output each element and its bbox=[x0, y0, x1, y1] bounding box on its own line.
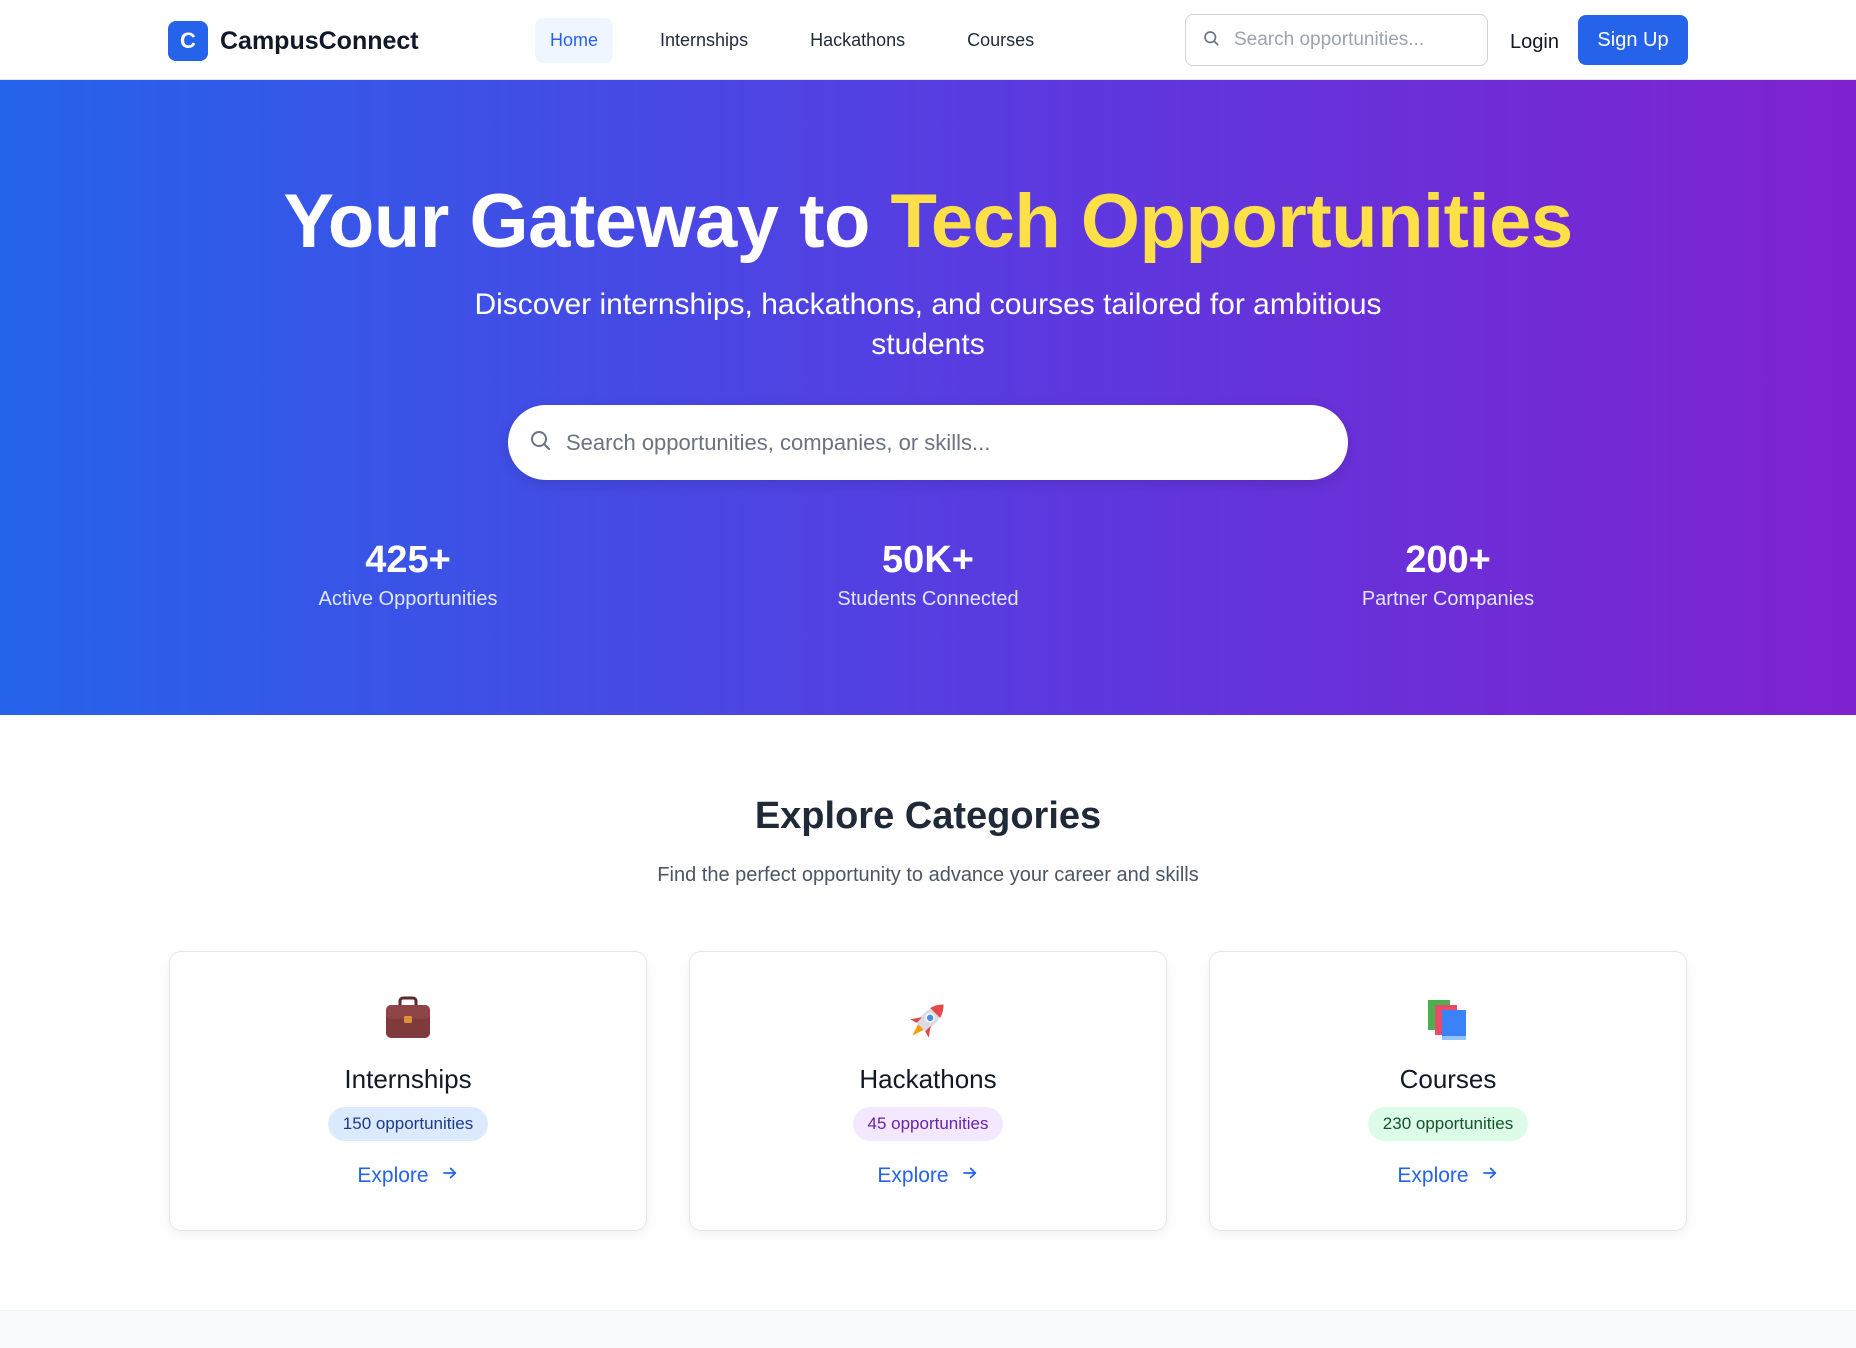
opportunity-count-badge: 230 opportunities bbox=[1367, 1107, 1529, 1141]
books-icon bbox=[1210, 996, 1686, 1042]
stat-label: Active Opportunities bbox=[318, 588, 498, 610]
hero-search-input[interactable] bbox=[566, 429, 1326, 456]
categories-subtitle: Find the perfect opportunity to advance … bbox=[657, 864, 1199, 886]
stat-students-connected: 50K+ Students Connected bbox=[768, 538, 1088, 614]
card-title: Hackathons bbox=[859, 1064, 997, 1094]
rocket-icon bbox=[690, 996, 1166, 1044]
nav-link-hackathons[interactable]: Hackathons bbox=[795, 18, 920, 63]
nav-search-box[interactable] bbox=[1185, 14, 1488, 66]
category-card-internships[interactable]: Internships 150 opportunities Explore bbox=[169, 951, 647, 1231]
opportunity-count-badge: 45 opportunities bbox=[852, 1107, 1004, 1141]
badge-wrap: 150 opportunities bbox=[170, 1107, 646, 1141]
stat-label: Students Connected bbox=[837, 588, 1019, 610]
stat-value: 425+ bbox=[365, 539, 451, 581]
navbar: C CampusConnect Home Internships Hackath… bbox=[0, 0, 1856, 80]
stat-value: 50K+ bbox=[882, 539, 974, 581]
hero-section: Your Gateway to Tech Opportunities Disco… bbox=[0, 80, 1856, 715]
opportunity-count-badge: 150 opportunities bbox=[327, 1107, 489, 1141]
badge-wrap: 45 opportunities bbox=[690, 1107, 1166, 1141]
explore-link[interactable]: Explore bbox=[690, 1164, 1166, 1188]
hero-title-main: Your Gateway to bbox=[283, 179, 870, 264]
briefcase-icon bbox=[170, 996, 646, 1040]
nav-link-courses[interactable]: Courses bbox=[952, 18, 1049, 63]
card-title: Courses bbox=[1399, 1064, 1497, 1094]
category-card-courses[interactable]: Courses 230 opportunities Explore bbox=[1209, 951, 1687, 1231]
explore-label: Explore bbox=[1397, 1164, 1469, 1187]
hero-subtitle: Discover internships, hackathons, and co… bbox=[474, 288, 1382, 361]
signup-button[interactable]: Sign Up bbox=[1578, 15, 1688, 65]
categories-title: Explore Categories bbox=[754, 795, 1102, 837]
arrow-right-icon bbox=[961, 1164, 979, 1188]
hero-search-box[interactable] bbox=[508, 405, 1348, 480]
hero-title-highlight: Tech Opportunities bbox=[890, 179, 1574, 264]
explore-link[interactable]: Explore bbox=[1210, 1164, 1686, 1188]
arrow-right-icon bbox=[1481, 1164, 1499, 1188]
stat-partner-companies: 200+ Partner Companies bbox=[1288, 538, 1608, 614]
nav-link-internships[interactable]: Internships bbox=[645, 18, 763, 63]
main-nav: Home Internships Hackathons Courses bbox=[535, 18, 1049, 63]
login-button[interactable]: Login bbox=[1500, 22, 1569, 62]
stat-value: 200+ bbox=[1405, 539, 1491, 581]
explore-link[interactable]: Explore bbox=[170, 1164, 646, 1188]
search-icon bbox=[528, 428, 552, 457]
hero-title: Your Gateway to Tech Opportunities bbox=[0, 178, 1856, 265]
next-section-edge bbox=[0, 1310, 1856, 1348]
nav-search-input[interactable] bbox=[1234, 29, 1464, 51]
explore-label: Explore bbox=[357, 1164, 429, 1187]
card-title: Internships bbox=[344, 1064, 472, 1094]
search-icon bbox=[1202, 29, 1220, 52]
brand-logo: C bbox=[168, 21, 208, 61]
stat-active-opportunities: 425+ Active Opportunities bbox=[248, 538, 568, 614]
brand-name: CampusConnect bbox=[220, 26, 419, 55]
stat-label: Partner Companies bbox=[1361, 588, 1535, 610]
arrow-right-icon bbox=[441, 1164, 459, 1188]
category-card-hackathons[interactable]: Hackathons 45 opportunities Explore bbox=[689, 951, 1167, 1231]
nav-link-home[interactable]: Home bbox=[535, 18, 614, 63]
badge-wrap: 230 opportunities bbox=[1210, 1107, 1686, 1141]
brand[interactable]: C CampusConnect bbox=[168, 21, 419, 61]
explore-label: Explore bbox=[877, 1164, 949, 1187]
